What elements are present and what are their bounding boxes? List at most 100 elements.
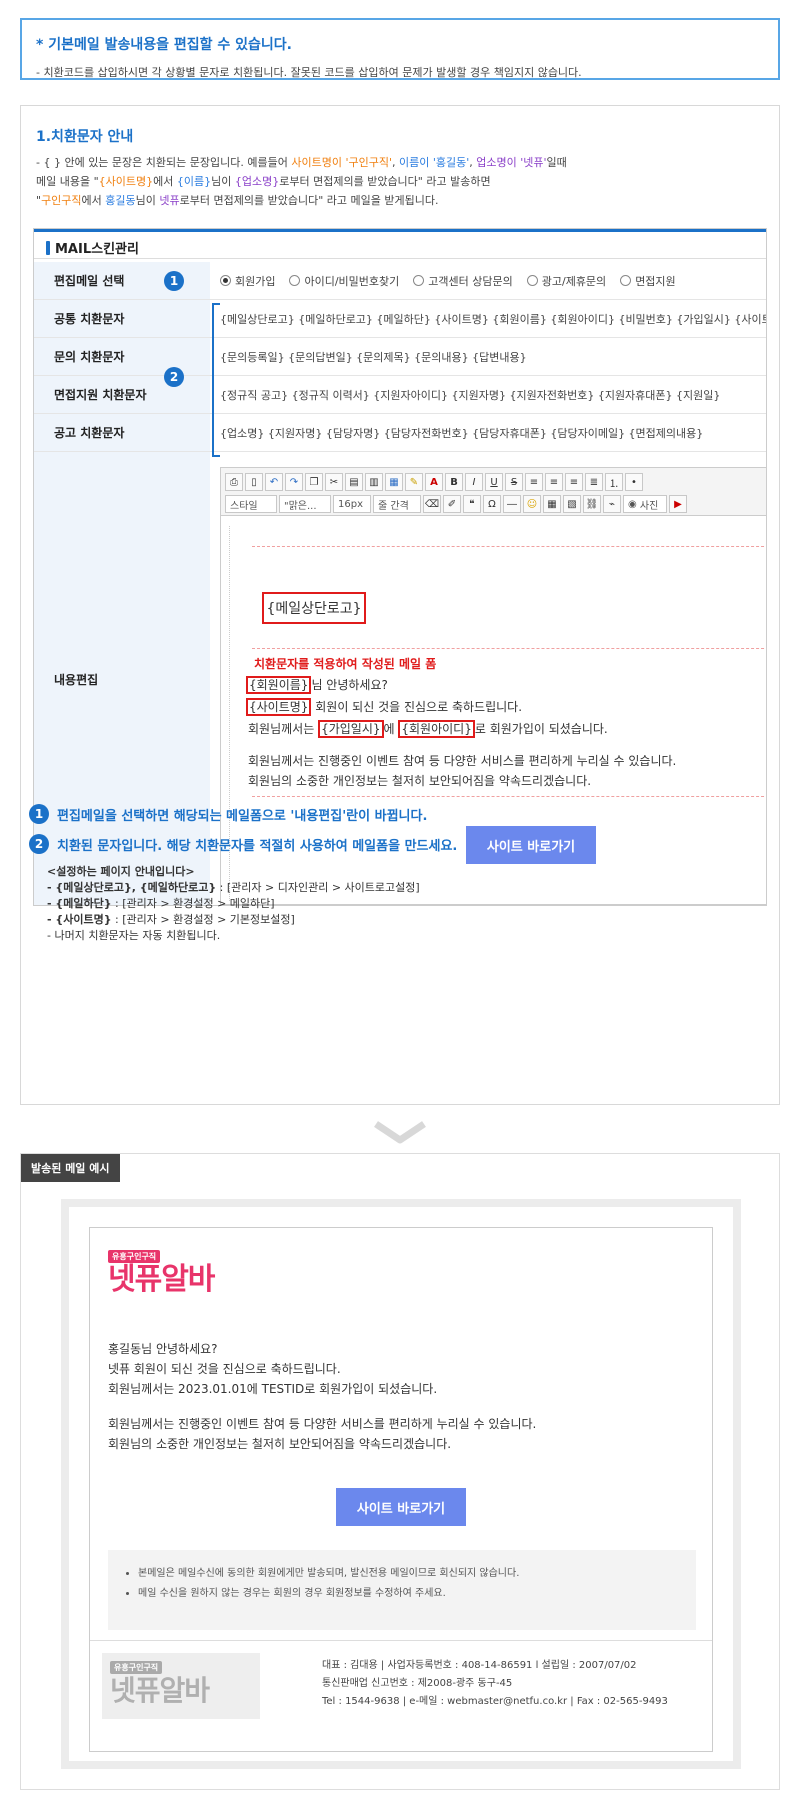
special-char-icon[interactable]: Ω <box>483 495 501 513</box>
paste-text-icon[interactable]: ▥ <box>365 473 383 491</box>
guide-desc: - { } 안에 있는 문장은 치환되는 문장입니다. 예를들어 사이트명이 '… <box>36 153 567 210</box>
mail-frame: 유흥구인구직 넷퓨알바 홍길동님 안녕하세요? 넷퓨 회원이 되신 것을 진심으… <box>61 1199 741 1769</box>
row-label: 면접지원 치환문자 <box>34 376 210 413</box>
interview-codes: {정규직 공고} {정규직 이력서} {지원자아이디} {지원자명} {지원자전… <box>220 388 721 402</box>
radio-ad[interactable]: 광고/제휴문의 <box>526 273 606 289</box>
common-codes: {메일상단로고} {메일하단로고} {메일하단} {사이트명} {회원이름} {… <box>220 312 767 326</box>
align-left-icon[interactable]: ≡ <box>525 473 543 491</box>
table-icon[interactable]: ▦ <box>543 495 561 513</box>
notice-box: * 기본메일 발송내용을 편집할 수 있습니다. - 치환코드를 삽입하시면 각… <box>20 18 780 80</box>
settings-code: - {사이트명} <box>47 913 112 926</box>
copy-icon[interactable]: ❐ <box>305 473 323 491</box>
mail-type-radios: 회원가입 아이디/비밀번호찾기 고객센터 상담문의 광고/제휴문의 면접지원 <box>220 262 766 299</box>
photo-label: 사진 <box>639 500 659 512</box>
bold-icon[interactable]: B <box>445 473 463 491</box>
cut-icon[interactable]: ✂ <box>325 473 343 491</box>
radio-signup[interactable]: 회원가입 <box>220 273 275 289</box>
media-icon[interactable]: ▶ <box>669 495 687 513</box>
row-label: 공고 치환문자 <box>34 414 210 451</box>
eraser-icon[interactable]: ⌫ <box>423 495 441 513</box>
logo-text: 넷퓨알바 <box>108 1262 215 1297</box>
mail-body: 유흥구인구직 넷퓨알바 홍길동님 안녕하세요? 넷퓨 회원이 되신 것을 진심으… <box>89 1227 713 1752</box>
layout-guide-line <box>252 648 766 649</box>
radio-find-account[interactable]: 아이디/비밀번호찾기 <box>289 273 399 289</box>
notice-title: * 기본메일 발송내용을 편집할 수 있습니다. <box>36 37 292 53</box>
radio-support[interactable]: 고객센터 상담문의 <box>413 273 513 289</box>
row-common-codes: 공통 치환문자 {메일상단로고} {메일하단로고} {메일하단} {사이트명} … <box>34 300 767 338</box>
mail-line-4: 회원님께서는 진행중인 이벤트 참여 등 다양한 서비스를 편리하게 누리실 수… <box>108 1417 537 1431</box>
font-color-icon[interactable]: A <box>425 473 443 491</box>
photo-button[interactable]: ◉ 사진 <box>623 495 667 513</box>
logo-code-box: {메일상단로고} <box>262 592 366 624</box>
line-text: 로 회원가입이 되셨습니다. <box>474 722 608 736</box>
size-select[interactable]: 16px <box>333 495 371 513</box>
sent-mail-example: 발송된 메일 예시 유흥구인구직 넷퓨알바 홍길동님 안녕하세요? 넷퓨 회원이… <box>20 1153 780 1790</box>
disclaimer-item: 메일 수신을 원하지 않는 경우는 회원의 경우 회원정보를 수정하여 주세요. <box>138 1584 680 1604</box>
new-doc-icon[interactable]: ▯ <box>245 473 263 491</box>
align-justify-icon[interactable]: ≣ <box>585 473 603 491</box>
hr-icon[interactable]: ― <box>503 495 521 513</box>
mail-logo: 유흥구인구직 넷퓨알바 <box>108 1248 215 1297</box>
desc-text: 님이 <box>135 194 160 207</box>
select-all-icon[interactable]: ▦ <box>385 473 403 491</box>
example-site-button[interactable]: 사이트 바로가기 <box>336 1488 466 1526</box>
settings-path: : [관리자 > 환경설정 > 메일하단] <box>111 897 275 910</box>
footer-logo-badge: 유흥구인구직 <box>110 1661 163 1674</box>
desc-highlight: {사이트명} <box>98 175 154 188</box>
mail-line-2: 넷퓨 회원이 되신 것을 진심으로 축하드립니다. <box>108 1362 341 1376</box>
emoticon-icon[interactable]: ☺ <box>523 495 541 513</box>
unlink-icon[interactable]: ⌁ <box>603 495 621 513</box>
layout-guide-line <box>252 546 766 547</box>
format-paint-icon[interactable]: ✐ <box>443 495 461 513</box>
align-right-icon[interactable]: ≡ <box>565 473 583 491</box>
mail-line-5: 회원님의 소중한 개인정보는 철저히 보안되어짐을 약속드리겠습니다. <box>108 1437 452 1451</box>
settings-note: - 나머지 치환문자는 자동 치환됩니다. <box>47 929 221 942</box>
footer-logo-text: 넷퓨알바 <box>110 1674 210 1707</box>
desc-text: 에서 <box>81 194 106 207</box>
style-select[interactable]: 스타일 <box>225 495 277 513</box>
line-height-select[interactable]: 줄 간격 <box>373 495 421 513</box>
mail-footer: 유흥구인구직 넷퓨알바 대표 : 김대용 | 사업자등록번호 : 408-14-… <box>90 1640 712 1752</box>
unordered-list-icon[interactable]: • <box>625 473 643 491</box>
highlight-color-icon[interactable]: ✎ <box>405 473 423 491</box>
radio-dot <box>620 274 632 286</box>
underline-icon[interactable]: U <box>485 473 503 491</box>
row-mail-select: 편집메일 선택 회원가입 아이디/비밀번호찾기 고객센터 상담문의 광고/제휴문… <box>34 262 766 300</box>
editor-toolbar: ⎙ ▯ ↶ ↷ ❐ ✂ ▤ ▥ ▦ ✎ A B I U S ≡ ≡ ≡ ≣ ⒈ … <box>221 468 766 516</box>
editor-line-5: 회원님의 소중한 개인정보는 철저히 보안되어짐을 약속드리겠습니다. <box>248 774 592 788</box>
redo-icon[interactable]: ↷ <box>285 473 303 491</box>
row-label: 문의 치환문자 <box>34 338 210 375</box>
font-select[interactable]: "맑은... <box>279 495 331 513</box>
line-text: 회원이 되신 것을 진심으로 축하드립니다. <box>311 700 523 714</box>
desc-highlight: 넷퓨 <box>159 194 180 207</box>
chevron-down-icon <box>374 1121 426 1144</box>
site-shortcut-button[interactable]: 사이트 바로가기 <box>466 826 596 864</box>
editor-line-4: 회원님께서는 진행중인 이벤트 참여 등 다양한 서비스를 편리하게 누리실 수… <box>248 754 677 768</box>
line-text: 님 안녕하세요? <box>311 678 388 692</box>
link-icon[interactable]: ⛓ <box>583 495 601 513</box>
strike-icon[interactable]: S <box>505 473 523 491</box>
note-badge-1: 1 <box>29 804 49 824</box>
desc-text: 일때 <box>546 156 567 169</box>
layout-icon[interactable]: ▧ <box>563 495 581 513</box>
note-text: 치환된 문자입니다. 해당 치환문자를 적절히 사용하여 메일폼을 만드세요. <box>57 838 458 854</box>
settings-path: : [관리자 > 디자인관리 > 사이트로고설정] <box>216 881 420 894</box>
step-badge-1: 1 <box>164 271 184 291</box>
desc-highlight: {업소명} <box>234 175 280 188</box>
layout-guide-line <box>252 796 766 797</box>
codes-bracket <box>212 303 220 457</box>
italic-icon[interactable]: I <box>465 473 483 491</box>
mail-disclaimer: 본메일은 메일수신에 동의한 회원에게만 발송되며, 발신전용 메일이므로 회신… <box>108 1550 696 1630</box>
quote-icon[interactable]: ❝ <box>463 495 481 513</box>
mail-line-3: 회원님께서는 2023.01.01에 TESTID로 회원가입이 되셨습니다. <box>108 1382 438 1396</box>
radio-interview[interactable]: 면접지원 <box>620 273 676 289</box>
radio-dot <box>289 274 301 286</box>
print-icon[interactable]: ⎙ <box>225 473 243 491</box>
row-inquiry-codes: 문의 치환문자 {문의등록일} {문의답변일} {문의제목} {문의내용} {답… <box>34 338 766 376</box>
undo-icon[interactable]: ↶ <box>265 473 283 491</box>
paste-icon[interactable]: ▤ <box>345 473 363 491</box>
ordered-list-icon[interactable]: ⒈ <box>605 473 623 491</box>
settings-path: : [관리자 > 환경설정 > 기본정보설정] <box>111 913 295 926</box>
inquiry-codes: {문의등록일} {문의답변일} {문의제목} {문의내용} {답변내용} <box>220 350 527 364</box>
align-center-icon[interactable]: ≡ <box>545 473 563 491</box>
